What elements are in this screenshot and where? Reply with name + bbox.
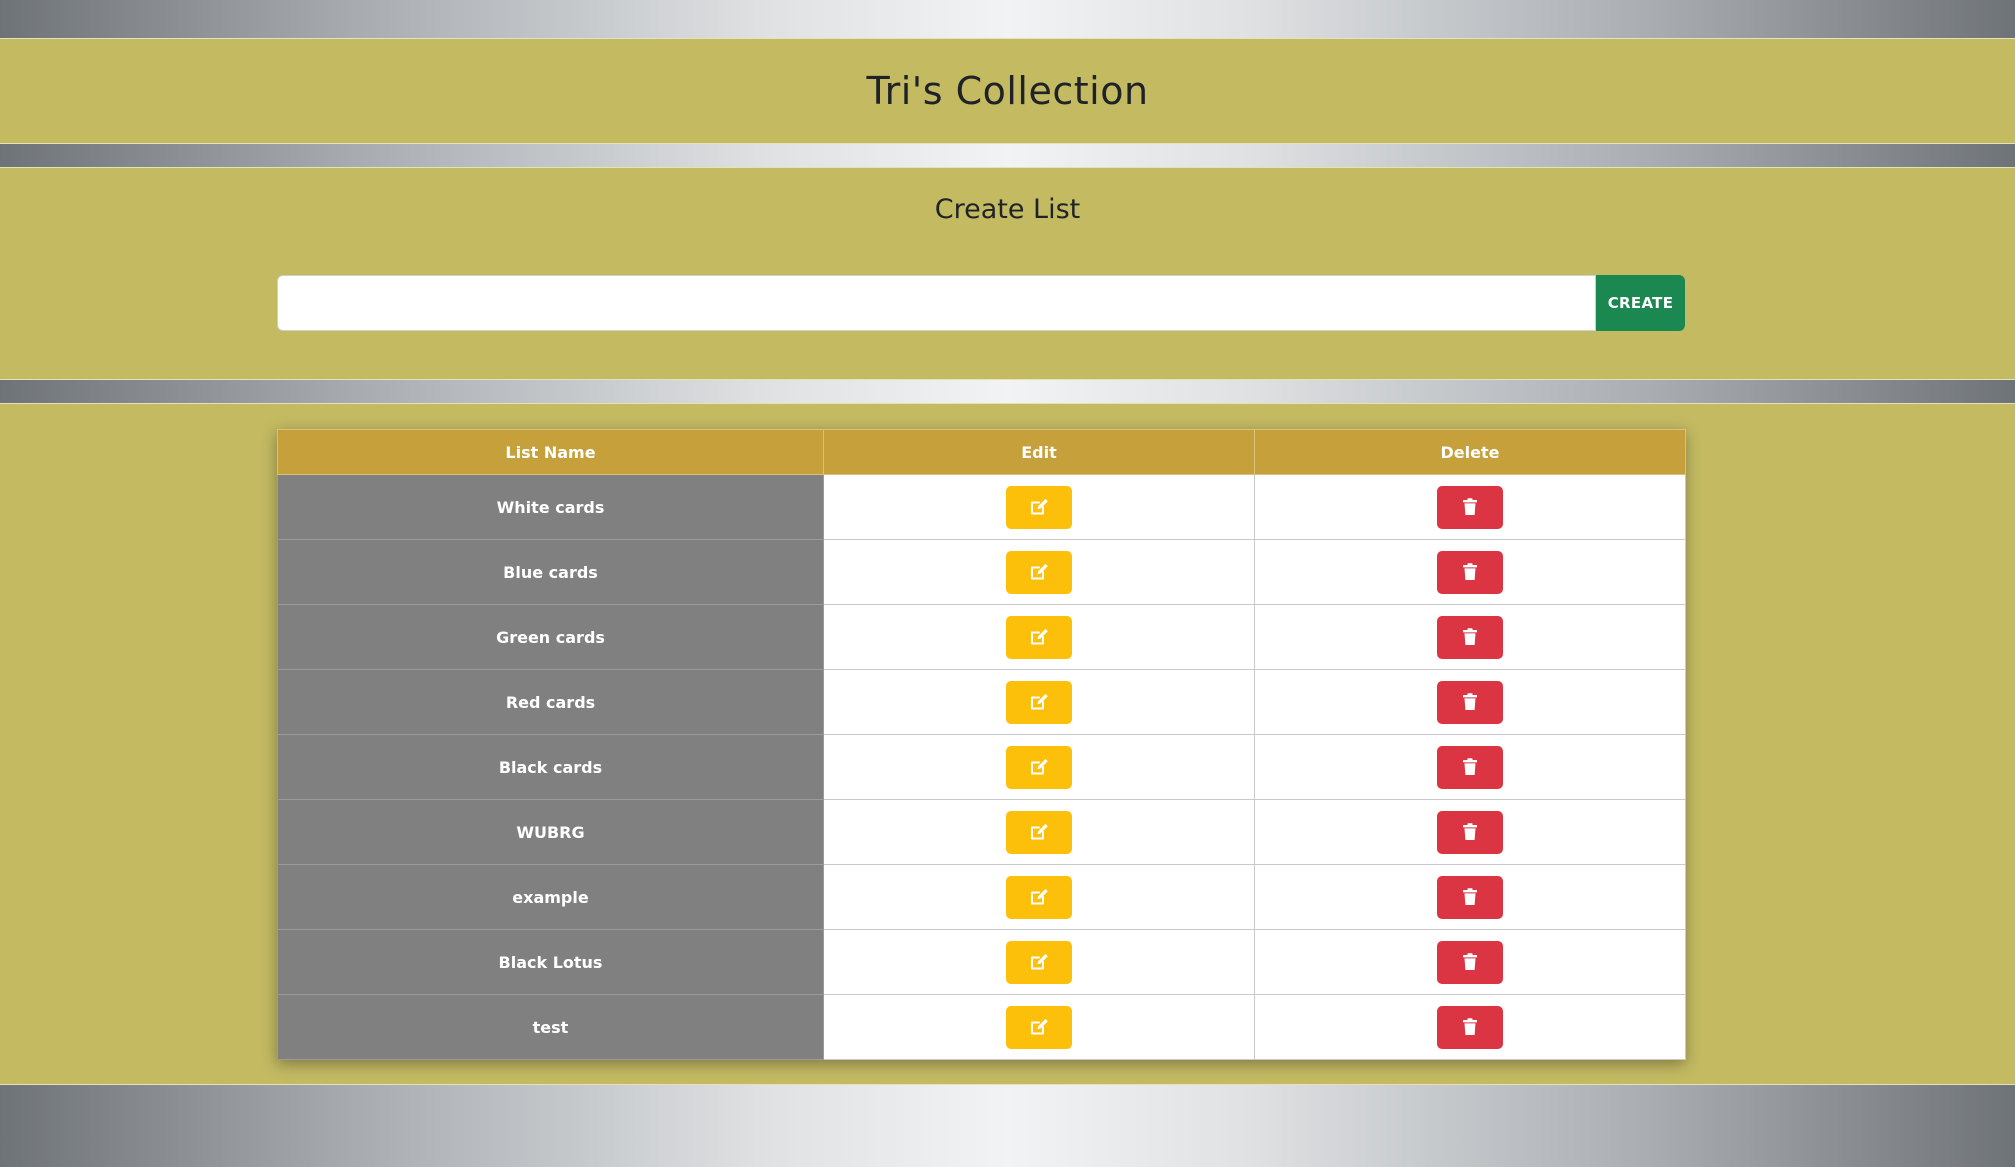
edit-button[interactable] <box>1006 550 1072 594</box>
edit-icon <box>1031 498 1048 515</box>
delete-button[interactable] <box>1437 550 1503 594</box>
list-name-cell: Green cards <box>277 604 824 670</box>
delete-button[interactable] <box>1437 680 1503 724</box>
edit-button[interactable] <box>1006 940 1072 984</box>
page-title: Tri's Collection <box>866 69 1149 113</box>
edit-cell <box>823 474 1255 540</box>
edit-cell <box>823 669 1255 735</box>
edit-icon <box>1031 693 1048 710</box>
delete-button[interactable] <box>1437 485 1503 529</box>
create-list-form: CREATE <box>277 275 1685 331</box>
edit-cell <box>823 539 1255 605</box>
table-row: Red cards <box>277 669 1686 735</box>
delete-cell <box>1254 539 1686 605</box>
delete-button[interactable] <box>1437 745 1503 789</box>
edit-button[interactable] <box>1006 745 1072 789</box>
table-row: example <box>277 864 1686 930</box>
table-row: test <box>277 994 1686 1060</box>
trash-icon <box>1463 1018 1477 1035</box>
table-body: White cards Blue cards Green cards Red c… <box>277 474 1686 1060</box>
create-list-title: Create List <box>934 194 1081 225</box>
delete-cell <box>1254 994 1686 1060</box>
delete-cell <box>1254 734 1686 800</box>
edit-button[interactable] <box>1006 875 1072 919</box>
table-row: White cards <box>277 474 1686 540</box>
create-list-section: Create List CREATE <box>0 167 2015 380</box>
list-name-cell: Black cards <box>277 734 824 800</box>
delete-button[interactable] <box>1437 875 1503 919</box>
edit-cell <box>823 604 1255 670</box>
table-row: Green cards <box>277 604 1686 670</box>
edit-button[interactable] <box>1006 615 1072 659</box>
delete-cell <box>1254 864 1686 930</box>
table-row: Blue cards <box>277 539 1686 605</box>
delete-button[interactable] <box>1437 1005 1503 1049</box>
edit-icon <box>1031 758 1048 775</box>
trash-icon <box>1463 953 1477 970</box>
edit-icon <box>1031 823 1048 840</box>
lists-table: List Name Edit Delete White cards Blue c… <box>277 429 1686 1060</box>
edit-cell <box>823 864 1255 930</box>
delete-button[interactable] <box>1437 810 1503 854</box>
list-name-cell: WUBRG <box>277 799 824 865</box>
edit-button[interactable] <box>1006 810 1072 854</box>
edit-icon <box>1031 563 1048 580</box>
table-row: WUBRG <box>277 799 1686 865</box>
edit-cell <box>823 994 1255 1060</box>
table-row: Black cards <box>277 734 1686 800</box>
delete-button[interactable] <box>1437 940 1503 984</box>
list-name-input[interactable] <box>277 275 1596 331</box>
edit-icon <box>1031 1018 1048 1035</box>
list-name-cell: example <box>277 864 824 930</box>
delete-cell <box>1254 799 1686 865</box>
trash-icon <box>1463 628 1477 645</box>
delete-cell <box>1254 604 1686 670</box>
list-name-cell: test <box>277 994 824 1060</box>
list-name-cell: White cards <box>277 474 824 540</box>
delete-button[interactable] <box>1437 615 1503 659</box>
column-header-list-name: List Name <box>277 429 824 475</box>
edit-icon <box>1031 888 1048 905</box>
trash-icon <box>1463 888 1477 905</box>
column-header-delete: Delete <box>1254 429 1686 475</box>
trash-icon <box>1463 693 1477 710</box>
delete-cell <box>1254 474 1686 540</box>
list-name-cell: Black Lotus <box>277 929 824 995</box>
lists-table-container: List Name Edit Delete White cards Blue c… <box>277 429 1686 1060</box>
edit-cell <box>823 929 1255 995</box>
edit-button[interactable] <box>1006 485 1072 529</box>
list-name-cell: Red cards <box>277 669 824 735</box>
list-name-cell: Blue cards <box>277 539 824 605</box>
edit-icon <box>1031 628 1048 645</box>
edit-cell <box>823 799 1255 865</box>
header-band: Tri's Collection <box>0 38 2015 144</box>
edit-cell <box>823 734 1255 800</box>
edit-icon <box>1031 953 1048 970</box>
table-row: Black Lotus <box>277 929 1686 995</box>
edit-button[interactable] <box>1006 680 1072 724</box>
create-button[interactable]: CREATE <box>1596 275 1685 331</box>
delete-cell <box>1254 929 1686 995</box>
trash-icon <box>1463 823 1477 840</box>
column-header-edit: Edit <box>823 429 1255 475</box>
delete-cell <box>1254 669 1686 735</box>
lists-section: List Name Edit Delete White cards Blue c… <box>0 403 2015 1085</box>
edit-button[interactable] <box>1006 1005 1072 1049</box>
trash-icon <box>1463 758 1477 775</box>
trash-icon <box>1463 498 1477 515</box>
table-header-row: List Name Edit Delete <box>277 429 1686 475</box>
trash-icon <box>1463 563 1477 580</box>
